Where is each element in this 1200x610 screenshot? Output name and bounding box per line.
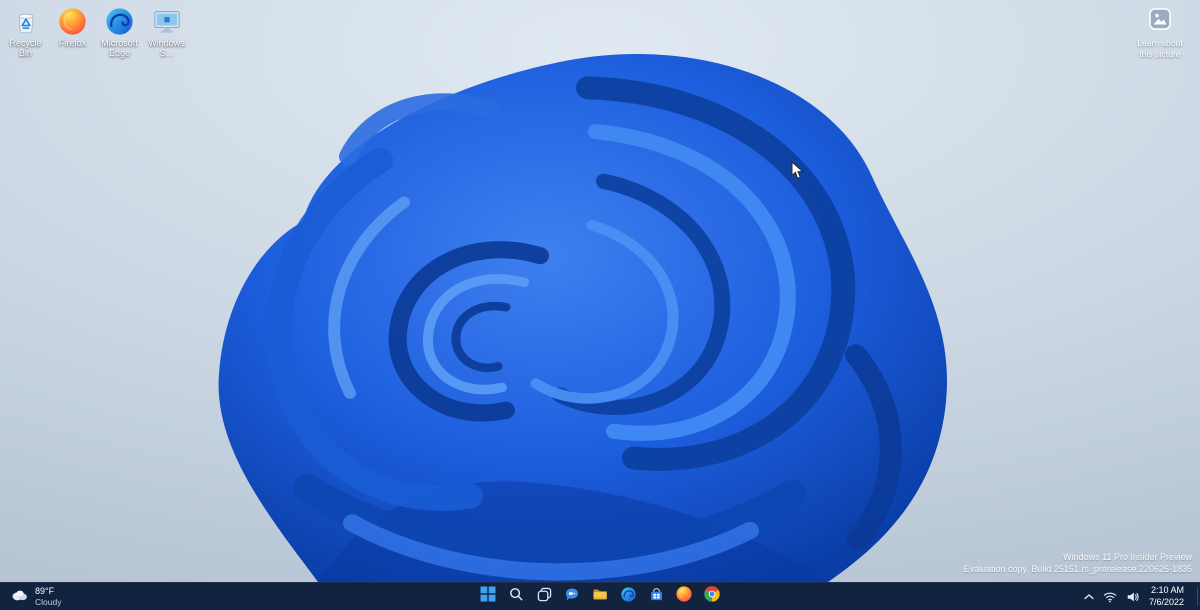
folder-icon [592, 586, 608, 607]
weather-condition: Cloudy [35, 597, 61, 607]
watermark-line2: Evaluation copy. Build 25151.rs_prerelea… [964, 563, 1193, 576]
desktop-icon-microsoft-edge[interactable]: Microsoft Edge [98, 6, 141, 59]
clock-time: 2:10 AM [1149, 585, 1184, 596]
clock-date: 7/6/2022 [1149, 597, 1184, 608]
insider-watermark: Windows 11 Pro Insider Preview Evaluatio… [964, 551, 1193, 576]
start-button[interactable] [476, 585, 500, 609]
task-view-button[interactable] [532, 585, 556, 609]
chat-button[interactable] [560, 585, 584, 609]
firefox-button[interactable] [672, 585, 696, 609]
desktop-icon-label: Windows S... [145, 38, 188, 59]
clock[interactable]: 2:10 AM 7/6/2022 [1149, 585, 1184, 608]
firefox-icon [676, 586, 692, 607]
system-tray: 2:10 AM 7/6/2022 [1084, 583, 1200, 610]
learn-about-this-picture[interactable]: Learn about this picture [1130, 8, 1190, 59]
volume-button[interactable] [1126, 583, 1140, 610]
picture-info-icon [1149, 8, 1171, 35]
taskbar-center [476, 583, 724, 610]
chat-icon [564, 586, 580, 607]
chrome-button[interactable] [700, 585, 724, 609]
cloud-icon [10, 588, 29, 606]
learn-about-label: Learn about this picture [1130, 38, 1190, 59]
file-explorer-button[interactable] [588, 585, 612, 609]
edge-icon [105, 6, 135, 36]
desktop-icon-label: Microsoft Edge [98, 38, 141, 59]
network-button[interactable] [1103, 583, 1117, 610]
desktop-icon-recycle-bin[interactable]: Recycle Bin [4, 6, 47, 59]
search-icon [509, 587, 524, 607]
wallpaper-bloom [0, 0, 1200, 582]
microsoft-store-button[interactable] [644, 585, 668, 609]
weather-temp: 89°F [35, 586, 61, 597]
wifi-icon [1103, 590, 1117, 604]
desktop: Recycle Bin Firefox [0, 0, 1200, 582]
desktop-icon-windows-s[interactable]: Windows S... [145, 6, 188, 59]
chrome-icon [704, 586, 720, 607]
taskbar: 89°F Cloudy [0, 582, 1200, 610]
store-icon [649, 587, 664, 607]
edge-button[interactable] [616, 585, 640, 609]
monitor-icon [152, 6, 182, 36]
desktop-icon-grid: Recycle Bin Firefox [4, 6, 188, 59]
search-button[interactable] [504, 585, 528, 609]
firefox-icon [58, 6, 88, 36]
desktop-icon-label: Firefox [59, 38, 87, 48]
widgets-weather-button[interactable]: 89°F Cloudy [0, 583, 71, 610]
recycle-bin-icon [11, 6, 41, 36]
speaker-icon [1126, 590, 1140, 604]
desktop-icon-label: Recycle Bin [4, 38, 47, 59]
watermark-line1: Windows 11 Pro Insider Preview [964, 551, 1193, 564]
task-view-icon [537, 587, 552, 607]
chevron-up-icon [1084, 594, 1094, 600]
hidden-icons-button[interactable] [1084, 583, 1094, 610]
desktop-icon-firefox[interactable]: Firefox [51, 6, 94, 59]
edge-icon [621, 587, 636, 607]
windows-logo-icon [480, 586, 496, 607]
